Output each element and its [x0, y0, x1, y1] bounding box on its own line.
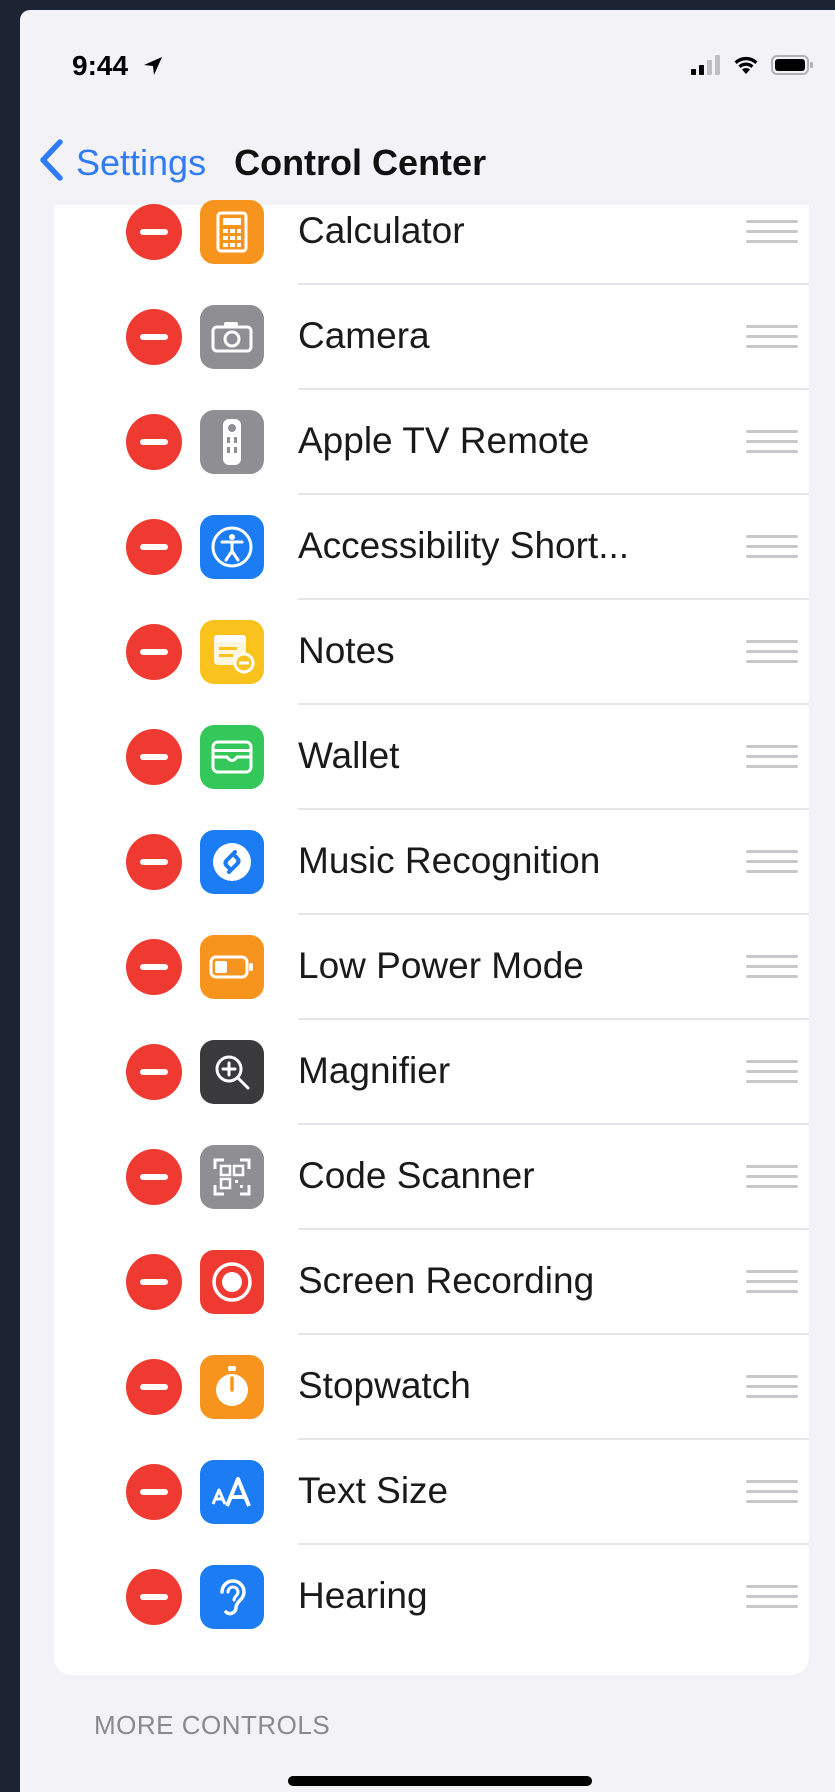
tv-remote-icon — [200, 410, 264, 474]
remove-control-button[interactable] — [126, 939, 182, 995]
back-label: Settings — [76, 141, 207, 183]
control-label: Apple TV Remote — [298, 420, 590, 461]
location-arrow-icon — [142, 52, 164, 84]
control-label: Screen Recording — [298, 1260, 595, 1301]
included-controls-list: Calculator Camera Apple TV Remote Access… — [54, 200, 809, 1675]
notes-icon — [200, 620, 264, 684]
list-item: Wallet — [54, 705, 809, 810]
list-item: Low Power Mode — [54, 915, 809, 1020]
remove-control-button[interactable] — [126, 1044, 182, 1100]
remove-control-button[interactable] — [126, 1149, 182, 1205]
remove-control-button[interactable] — [126, 729, 182, 785]
remove-control-button[interactable] — [126, 414, 182, 470]
reorder-handle-icon[interactable] — [746, 322, 798, 352]
control-label: Low Power Mode — [298, 945, 584, 986]
list-item: Stopwatch — [54, 1335, 809, 1440]
reorder-handle-icon[interactable] — [746, 637, 798, 667]
control-label: Camera — [298, 315, 430, 356]
page-title: Control Center — [234, 141, 487, 183]
battery-icon — [200, 935, 264, 999]
status-time: 9:44 — [72, 50, 129, 81]
reorder-handle-icon[interactable] — [746, 532, 798, 562]
stopwatch-icon — [200, 1355, 264, 1419]
status-icons — [691, 54, 815, 81]
status-bar: 9:44 — [20, 10, 835, 120]
magnifier-icon — [200, 1040, 264, 1104]
text-size-icon — [200, 1460, 264, 1524]
control-label: Magnifier — [298, 1050, 451, 1091]
ear-icon — [200, 1565, 264, 1629]
reorder-handle-icon[interactable] — [746, 847, 798, 877]
control-label: Notes — [298, 630, 395, 671]
qr-code-icon — [200, 1145, 264, 1209]
list-item: Hearing — [54, 1545, 809, 1650]
list-item: Notes — [54, 600, 809, 705]
wifi-icon — [731, 54, 761, 81]
list-item: Apple TV Remote — [54, 390, 809, 495]
reorder-handle-icon[interactable] — [746, 952, 798, 982]
reorder-handle-icon[interactable] — [746, 1582, 798, 1612]
status-time-wrap: 9:44 — [72, 50, 164, 84]
control-label: Hearing — [298, 1575, 428, 1616]
wallet-icon — [200, 725, 264, 789]
camera-icon — [200, 305, 264, 369]
reorder-handle-icon[interactable] — [746, 1372, 798, 1402]
remove-control-button[interactable] — [126, 309, 182, 365]
control-label: Stopwatch — [298, 1365, 471, 1406]
calculator-icon — [200, 200, 264, 264]
reorder-handle-icon[interactable] — [746, 217, 798, 247]
list-item: Screen Recording — [54, 1230, 809, 1335]
control-label: Wallet — [298, 735, 400, 776]
remove-control-button[interactable] — [126, 834, 182, 890]
reorder-handle-icon[interactable] — [746, 1057, 798, 1087]
reorder-handle-icon[interactable] — [746, 427, 798, 457]
remove-control-button[interactable] — [126, 1569, 182, 1625]
reorder-handle-icon[interactable] — [746, 1477, 798, 1507]
remove-control-button[interactable] — [126, 1464, 182, 1520]
section-header-more-controls: MORE CONTROLS — [94, 1710, 331, 1740]
home-indicator[interactable] — [288, 1776, 592, 1786]
battery-status-icon — [771, 54, 815, 81]
list-item: Music Recognition — [54, 810, 809, 915]
remove-control-button[interactable] — [126, 1359, 182, 1415]
list-item: Camera — [54, 285, 809, 390]
screen: 9:44 Settings Control Center Calculator … — [20, 10, 835, 1792]
control-label: Text Size — [298, 1470, 449, 1511]
remove-control-button[interactable] — [126, 1254, 182, 1310]
remove-control-button[interactable] — [126, 624, 182, 680]
control-label: Calculator — [298, 210, 465, 251]
reorder-handle-icon[interactable] — [746, 1162, 798, 1192]
reorder-handle-icon[interactable] — [746, 1267, 798, 1297]
remove-control-button[interactable] — [126, 519, 182, 575]
list-item: Code Scanner — [54, 1125, 809, 1230]
record-icon — [200, 1250, 264, 1314]
cellular-signal-icon — [691, 55, 721, 80]
list-item: Calculator — [54, 180, 809, 285]
reorder-handle-icon[interactable] — [746, 742, 798, 772]
control-label: Music Recognition — [298, 840, 601, 881]
shazam-icon — [200, 830, 264, 894]
list-item: Accessibility Short... — [54, 495, 809, 600]
list-item: Magnifier — [54, 1020, 809, 1125]
control-label: Accessibility Short... — [298, 525, 630, 566]
list-item: Text Size — [54, 1440, 809, 1545]
control-label: Code Scanner — [298, 1155, 535, 1196]
accessibility-icon — [200, 515, 264, 579]
remove-control-button[interactable] — [126, 204, 182, 260]
